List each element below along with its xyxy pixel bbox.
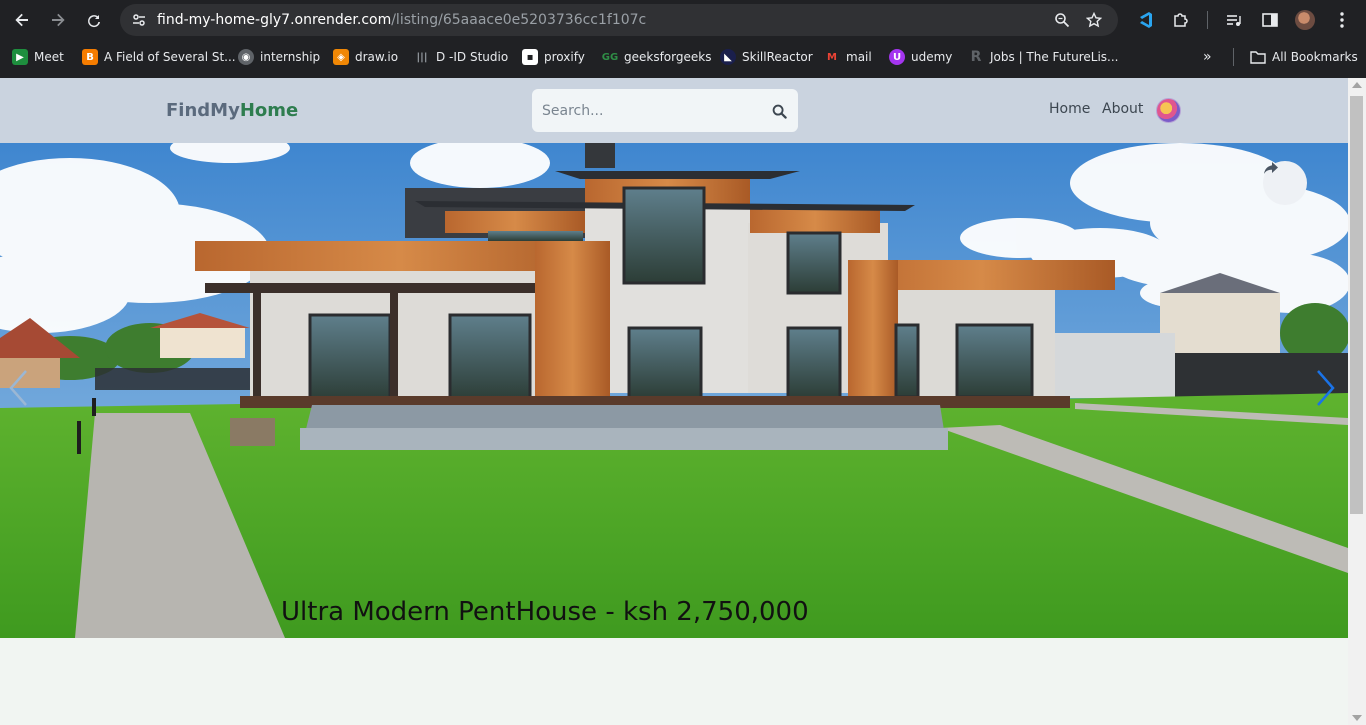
house-photo — [0, 143, 1348, 638]
bookmark-label: mail — [846, 50, 872, 64]
bookmark-item[interactable]: ||| D -ID Studio — [414, 48, 509, 66]
bookmark-label: draw.io — [355, 50, 399, 64]
bookmarks-divider — [1233, 48, 1234, 66]
url-text: find-my-home-gly7.onrender.com/listing/6… — [157, 12, 646, 28]
bookmark-label: SkillReactor — [742, 50, 813, 64]
toolbar-divider — [1207, 11, 1208, 29]
search-button[interactable] — [768, 100, 790, 122]
share-button[interactable] — [1263, 161, 1307, 205]
bookmark-item[interactable]: ▶ Meet — [12, 48, 64, 66]
reading-list-icon[interactable] — [1222, 8, 1246, 32]
meet-icon: ▶ — [12, 49, 28, 65]
share-icon — [1264, 162, 1278, 174]
extension-vscode-icon[interactable] — [1134, 8, 1158, 32]
bookmark-item[interactable]: B A Field of Several St... — [82, 48, 236, 66]
skillreactor-icon: ◣ — [720, 49, 736, 65]
listing-title: Ultra Modern PentHouse - ksh 2,750,000 — [281, 597, 809, 627]
logo-part-1: FindMy — [166, 100, 240, 121]
page-scrollbar[interactable] — [1348, 78, 1366, 725]
nav-about-link[interactable]: About — [1102, 101, 1143, 117]
folder-icon — [1250, 49, 1266, 65]
search-input[interactable] — [532, 89, 762, 132]
carousel-previous-button[interactable] — [6, 368, 32, 408]
search-icon — [772, 104, 787, 119]
bookmark-label: geeksforgeeks — [624, 50, 712, 64]
bookmarks-overflow-icon[interactable]: » — [1203, 48, 1212, 66]
all-bookmarks-label: All Bookmarks — [1272, 50, 1358, 64]
geeksforgeeks-icon: GG — [601, 51, 619, 63]
scroll-up-arrow-icon[interactable] — [1352, 82, 1362, 88]
profile-avatar-icon[interactable] — [1293, 8, 1317, 32]
bookmark-label: D -ID Studio — [436, 50, 509, 64]
did-studio-icon: ||| — [416, 51, 428, 63]
bookmark-item[interactable]: Uudemy — [889, 48, 952, 66]
zoom-icon[interactable] — [1053, 11, 1071, 29]
carousel-next-button[interactable] — [1312, 368, 1338, 408]
drawio-icon: ◈ — [333, 49, 349, 65]
bookmark-label: internship — [260, 50, 321, 64]
bookmark-label: proxify — [544, 50, 585, 64]
site-settings-icon[interactable] — [130, 11, 148, 29]
bookmark-item[interactable]: GG geeksforgeeks — [601, 48, 712, 66]
chevron-right-icon — [1317, 370, 1335, 406]
browser-chrome: find-my-home-gly7.onrender.com/listing/6… — [0, 0, 1366, 78]
udemy-icon: U — [889, 49, 905, 65]
proxify-icon: ▪ — [522, 49, 538, 65]
bookmark-item[interactable]: R Jobs | The FutureLis... — [968, 48, 1119, 66]
bookmark-item[interactable]: ◣ SkillReactor — [720, 48, 813, 66]
all-bookmarks-folder[interactable]: All Bookmarks — [1250, 48, 1358, 66]
url-host: find-my-home-gly7.onrender.com — [157, 12, 392, 28]
browser-toolbar: find-my-home-gly7.onrender.com/listing/6… — [0, 0, 1366, 40]
scroll-thumb[interactable] — [1350, 96, 1363, 514]
address-bar[interactable]: find-my-home-gly7.onrender.com/listing/6… — [120, 4, 1118, 36]
site-logo[interactable]: FindMyHome — [166, 100, 298, 121]
listing-image-carousel — [0, 143, 1348, 638]
scroll-down-arrow-icon[interactable] — [1352, 715, 1362, 721]
nav-home-link[interactable]: Home — [1049, 101, 1090, 117]
gmail-icon: M — [827, 51, 837, 63]
bookmark-label: Jobs | The FutureLis... — [990, 50, 1119, 64]
extensions-puzzle-icon[interactable] — [1169, 8, 1193, 32]
url-path: /listing/65aaace0e5203736cc1f107c — [391, 12, 647, 28]
user-avatar[interactable] — [1156, 98, 1181, 123]
logo-part-2: Home — [239, 100, 299, 121]
bookmark-item[interactable]: ◈ draw.io — [333, 48, 398, 66]
back-arrow-icon[interactable] — [10, 8, 34, 32]
bookmark-item[interactable]: ▪ proxify — [522, 48, 585, 66]
blogger-icon: B — [82, 49, 98, 65]
site-navbar: FindMyHome Home About — [0, 78, 1348, 143]
bookmark-star-icon[interactable] — [1085, 11, 1103, 29]
bookmarks-bar: ▶ Meet B A Field of Several St... ◉ interns… — [0, 42, 1366, 72]
side-panel-icon[interactable] — [1258, 8, 1282, 32]
futurelist-icon: R — [970, 49, 982, 65]
forward-arrow-icon[interactable] — [46, 8, 70, 32]
chevron-left-icon — [9, 370, 27, 406]
more-menu-icon[interactable] — [1330, 8, 1354, 32]
bookmark-label: Meet — [34, 50, 64, 64]
bookmark-label: udemy — [911, 50, 953, 64]
web-page: FindMyHome Home About — [0, 78, 1348, 725]
reload-icon[interactable] — [82, 8, 106, 32]
bookmark-label: A Field of Several St... — [104, 50, 236, 64]
globe-icon: ◉ — [238, 49, 254, 65]
bookmark-item[interactable]: ◉ internship — [238, 48, 320, 66]
search-form — [532, 89, 798, 132]
bookmark-item[interactable]: Mmail — [824, 48, 872, 66]
